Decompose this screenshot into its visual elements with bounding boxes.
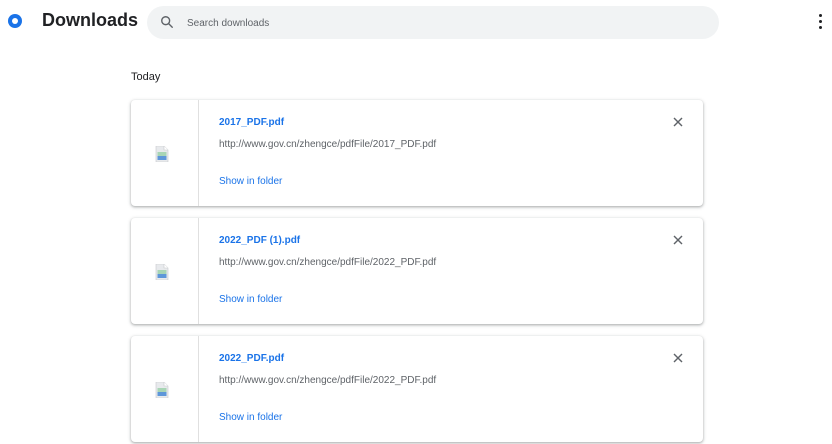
download-item: 2022_PDF (1).pdf http://www.gov.cn/zheng…	[131, 218, 703, 324]
close-icon[interactable]	[671, 115, 685, 129]
file-url: http://www.gov.cn/zhengce/pdfFile/2022_P…	[219, 257, 437, 268]
search-input[interactable]	[185, 6, 709, 41]
show-in-folder-link[interactable]: Show in folder	[219, 176, 282, 187]
file-icon-column	[131, 336, 199, 442]
download-item: 2022_PDF.pdf http://www.gov.cn/zhengce/p…	[131, 336, 703, 442]
toolbar: Downloads	[0, 0, 832, 44]
file-url: http://www.gov.cn/zhengce/pdfFile/2017_P…	[219, 139, 437, 150]
pdf-file-icon	[155, 146, 169, 162]
file-name-link[interactable]: 2017_PDF.pdf	[219, 117, 284, 128]
section-label: Today	[131, 71, 161, 83]
pdf-file-icon	[155, 264, 169, 280]
pdf-file-icon	[155, 382, 169, 398]
download-item: 2017_PDF.pdf http://www.gov.cn/zhengce/p…	[131, 100, 703, 206]
search-icon	[161, 16, 173, 28]
file-name-link[interactable]: 2022_PDF.pdf	[219, 353, 284, 364]
file-icon-column	[131, 100, 199, 206]
show-in-folder-link[interactable]: Show in folder	[219, 412, 282, 423]
chrome-logo-icon	[8, 14, 22, 28]
more-vert-icon[interactable]	[812, 10, 828, 32]
show-in-folder-link[interactable]: Show in folder	[219, 294, 282, 305]
file-name-link[interactable]: 2022_PDF (1).pdf	[219, 235, 300, 246]
page-title: Downloads	[42, 10, 139, 30]
close-icon[interactable]	[671, 233, 685, 247]
close-icon[interactable]	[671, 351, 685, 365]
file-icon-column	[131, 218, 199, 324]
file-url: http://www.gov.cn/zhengce/pdfFile/2022_P…	[219, 375, 437, 386]
search-box[interactable]	[147, 6, 719, 41]
